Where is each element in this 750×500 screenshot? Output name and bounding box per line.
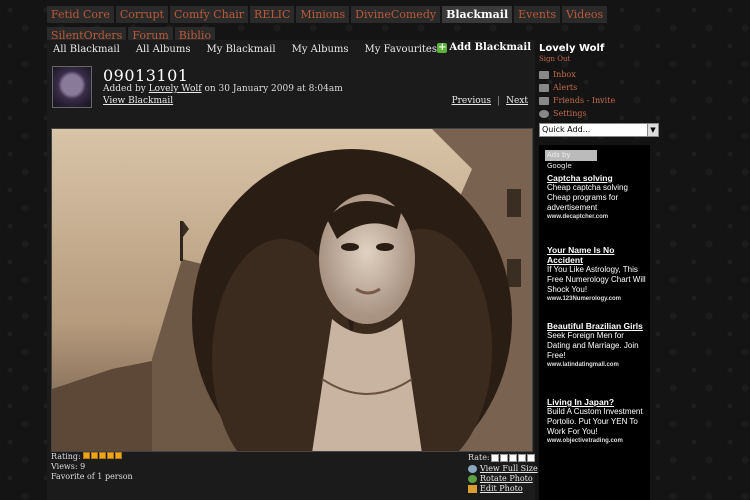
tab-comfy-chair[interactable]: Comfy Chair — [169, 6, 251, 23]
subnav-all-blackmail[interactable]: All Blackmail — [53, 44, 120, 55]
sign-out-link[interactable]: Sign Out — [539, 55, 661, 63]
star-icon — [99, 452, 107, 459]
rotate-photo-link[interactable]: Rotate Photo — [468, 474, 538, 484]
menu-alerts[interactable]: Alerts — [539, 81, 661, 94]
pager-separator: | — [497, 96, 501, 106]
menu-settings[interactable]: Settings — [539, 107, 661, 120]
star-icon — [83, 452, 91, 459]
invite-link[interactable]: Invite — [592, 96, 615, 105]
page-title: 09013101 — [103, 66, 189, 85]
tab-minions[interactable]: Minions — [296, 6, 352, 23]
friends-link[interactable]: Friends — [553, 96, 584, 105]
photo-meta: Added by Lovely Wolf on 30 January 2009 … — [103, 84, 343, 94]
subnav-all-albums[interactable]: All Albums — [136, 44, 191, 55]
add-blackmail-label: Add Blackmail — [449, 42, 531, 53]
pager: Previous | Next — [446, 96, 534, 106]
rate-box-2[interactable] — [499, 454, 508, 462]
previous-link[interactable]: Previous — [452, 96, 491, 106]
rating-label: Rating: — [51, 452, 81, 461]
rate-box-1[interactable] — [490, 454, 499, 462]
view-blackmail-link[interactable]: View Blackmail — [103, 96, 173, 106]
date-text: on 30 January 2009 at 8:04am — [204, 84, 343, 94]
photo-stats: Rating: Views: 9 Favorite of 1 person — [51, 452, 133, 482]
ad-item[interactable]: Captcha solving Cheap captcha solving Che… — [547, 173, 647, 222]
tab-relic[interactable]: RELIC — [250, 6, 297, 23]
rotate-icon — [468, 475, 477, 483]
rate-box-3[interactable] — [508, 454, 517, 462]
avatar[interactable] — [52, 66, 92, 108]
rate-widget: Rate: — [468, 453, 535, 462]
views-count: Views: 9 — [51, 462, 86, 471]
edit-photo-link[interactable]: Edit Photo — [468, 484, 538, 494]
added-by-label: Added by — [103, 84, 146, 94]
view-full-size-link[interactable]: View Full Size — [468, 464, 538, 474]
tab-corrupt[interactable]: Corrupt — [115, 6, 170, 23]
ad-item[interactable]: Living In Japan? Build A Custom Investmen… — [547, 397, 647, 446]
rating-stars — [83, 452, 123, 462]
subnav-my-favourites[interactable]: My Favourites — [365, 44, 437, 55]
subnav-my-albums[interactable]: My Albums — [292, 44, 349, 55]
user-name[interactable]: Lovely Wolf — [539, 43, 661, 54]
user-menu: Inbox Alerts Friends - Invite Settings — [539, 68, 661, 120]
rate-box-4[interactable] — [517, 454, 526, 462]
rate-label: Rate: — [468, 453, 490, 462]
rate-box-5[interactable] — [526, 454, 535, 462]
subnav-my-blackmail[interactable]: My Blackmail — [207, 44, 276, 55]
blackmail-photo[interactable] — [51, 128, 533, 452]
author-link[interactable]: Lovely Wolf — [149, 84, 202, 94]
top-tab-bar: Fetid Core Corrupt Comfy Chair RELIC Minions… — [47, 3, 657, 45]
pencil-icon — [468, 485, 477, 493]
quick-add-select[interactable]: Quick Add... ▼ — [539, 123, 659, 137]
eye-icon — [468, 465, 477, 473]
menu-friends: Friends - Invite — [539, 94, 661, 107]
tab-blackmail[interactable]: Blackmail — [442, 6, 515, 23]
tab-fetid-core[interactable]: Fetid Core — [47, 6, 116, 23]
ads-panel: Ads by Google Captcha solving Cheap captc… — [539, 145, 650, 500]
tab-videos[interactable]: Videos — [562, 6, 610, 23]
tab-events[interactable]: Events — [514, 6, 563, 23]
plus-icon: + — [437, 42, 448, 53]
favorite-count: Favorite of 1 person — [51, 472, 133, 481]
star-icon — [107, 452, 115, 459]
star-icon — [115, 452, 123, 459]
add-blackmail-button[interactable]: + Add Blackmail — [437, 42, 531, 53]
envelope-icon — [539, 71, 549, 79]
ads-label: Ads by Google — [545, 150, 597, 170]
star-icon — [91, 452, 99, 459]
people-icon — [539, 97, 549, 105]
blackmail-subnav: All Blackmail All Albums My Blackmail My Al… — [53, 44, 453, 55]
next-link[interactable]: Next — [506, 96, 528, 106]
ad-item[interactable]: Your Name Is No Accident If You Like Astr… — [547, 245, 647, 304]
gear-icon — [539, 110, 549, 118]
ad-item[interactable]: Beautiful Brazilian Girls Seek Foreign Me… — [547, 321, 647, 370]
main-panel: All Blackmail All Albums My Blackmail My Al… — [47, 40, 538, 500]
photo-actions: View Full Size Rotate Photo Edit Photo — [468, 464, 538, 494]
user-sidebar: Lovely Wolf Sign Out Inbox Alerts Friend… — [539, 43, 661, 137]
chevron-down-icon: ▼ — [647, 124, 658, 136]
menu-inbox[interactable]: Inbox — [539, 68, 661, 81]
bell-icon — [539, 84, 549, 92]
tab-divinecomedy[interactable]: DivineComedy — [351, 6, 443, 23]
photo-header: 09013101 Added by Lovely Wolf on 30 Janu… — [50, 66, 534, 114]
photo-image — [52, 129, 532, 451]
friends-separator: - — [586, 96, 590, 105]
